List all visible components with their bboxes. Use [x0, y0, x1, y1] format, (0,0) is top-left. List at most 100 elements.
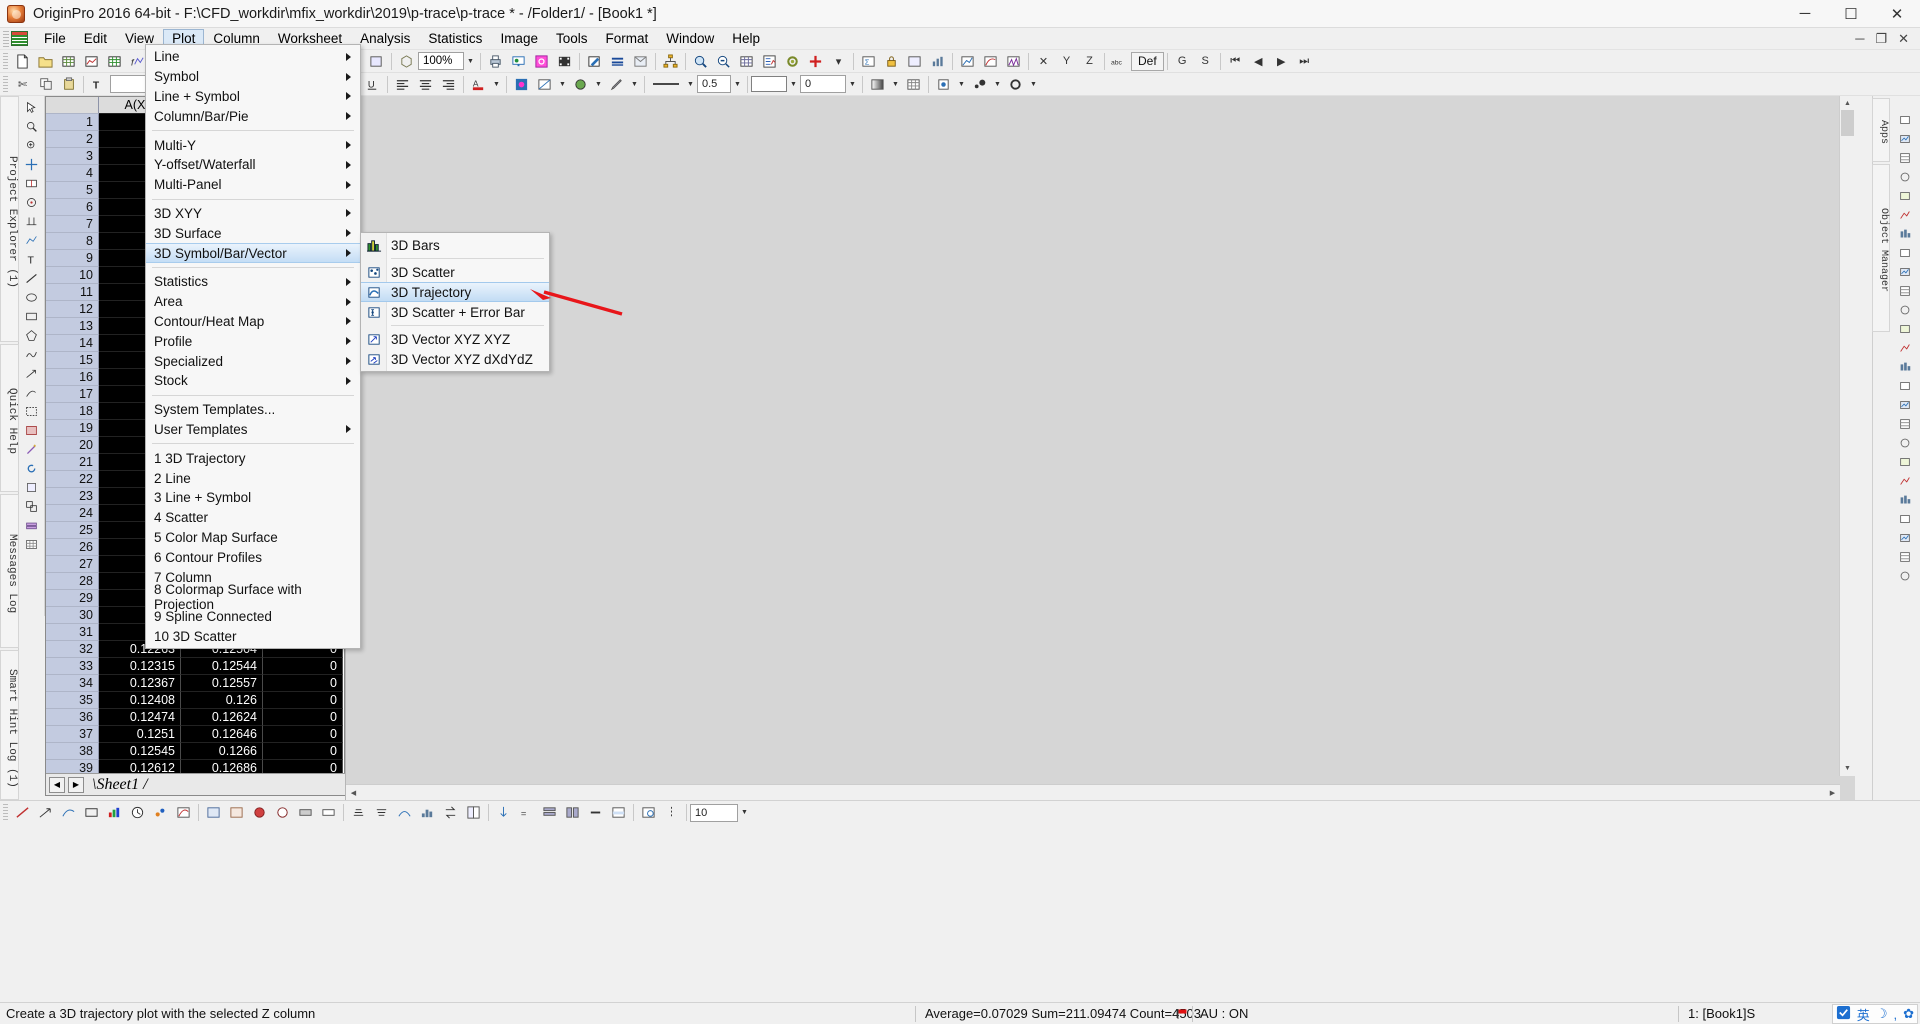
line-style-dropdown-icon[interactable]: ▼	[684, 75, 697, 93]
plot-color-preview[interactable]	[751, 76, 787, 92]
plot-menu-item-9-spline-connected[interactable]: 9 Spline Connected	[146, 607, 360, 627]
layer-16-icon[interactable]	[1894, 395, 1916, 414]
row-index-cell[interactable]: 33	[46, 658, 99, 675]
polygon-tool-icon[interactable]	[21, 326, 43, 345]
row-index-cell[interactable]: 18	[46, 403, 99, 420]
cell-column-c[interactable]: 0	[263, 658, 343, 675]
layer-12-icon[interactable]	[1894, 319, 1916, 338]
clock-icon[interactable]	[127, 803, 148, 823]
layer-22-icon[interactable]	[1894, 509, 1916, 528]
layer-17-icon[interactable]	[1894, 414, 1916, 433]
symbol-shape-dropdown-icon[interactable]: ▼	[955, 75, 968, 93]
row-index-cell[interactable]: 10	[46, 267, 99, 284]
worksheet-query-icon[interactable]	[638, 803, 659, 823]
line-style-preview-icon[interactable]	[649, 74, 683, 94]
layer-1-icon[interactable]	[1894, 110, 1916, 129]
table-row[interactable]: 38 0.12545 0.1266 0	[46, 743, 346, 760]
table-row[interactable]: 36 0.12474 0.12624 0	[46, 709, 346, 726]
row-index-cell[interactable]: 17	[46, 386, 99, 403]
menu-item-window[interactable]: Window	[657, 29, 723, 49]
unstack-icon[interactable]	[562, 803, 583, 823]
sort-desc-icon[interactable]	[371, 803, 392, 823]
print-icon[interactable]	[485, 51, 506, 71]
layer-24-icon[interactable]	[1894, 547, 1916, 566]
layer-10-icon[interactable]	[1894, 281, 1916, 300]
symbol-edge-dropdown-icon[interactable]: ▼	[1027, 75, 1040, 93]
plot-menu-item-line[interactable]: Line	[146, 47, 360, 67]
zoom-panel-icon[interactable]	[21, 136, 43, 155]
minimize-button[interactable]: ─	[1782, 0, 1828, 28]
draw-arrow-icon[interactable]	[35, 803, 56, 823]
row-index-cell[interactable]: 25	[46, 522, 99, 539]
plot-menu-item-multi-panel[interactable]: Multi-Panel	[146, 175, 360, 195]
pattern-fill-icon[interactable]	[534, 74, 555, 94]
check-icon[interactable]	[1836, 1005, 1851, 1023]
plot-menu-item-user-templates[interactable]: User Templates	[146, 420, 360, 440]
unmask-icon[interactable]	[272, 803, 293, 823]
paste-icon[interactable]	[58, 74, 79, 94]
pointer-icon[interactable]	[21, 98, 43, 117]
draw-rect-icon[interactable]	[81, 803, 102, 823]
transparency-input[interactable]: 0	[800, 75, 846, 93]
vscroll-thumb[interactable]	[1841, 110, 1854, 136]
close-button[interactable]: ✕	[1874, 0, 1920, 28]
symbol-size-dropdown-icon[interactable]: ▼	[991, 75, 1004, 93]
row-index-cell[interactable]: 19	[46, 420, 99, 437]
table-row[interactable]: 37 0.1251 0.12646 0	[46, 726, 346, 743]
transparency-dropdown-icon[interactable]: ▼	[846, 75, 859, 93]
symbol-shape-icon[interactable]	[933, 74, 954, 94]
cell-column-c[interactable]: 0	[263, 726, 343, 743]
table-row[interactable]: 35 0.12408 0.126 0	[46, 692, 346, 709]
plot-menu-item-symbol[interactable]: Symbol	[146, 67, 360, 87]
cell-column-b[interactable]: 0.12557	[181, 675, 263, 692]
transpose-icon[interactable]	[463, 803, 484, 823]
screen-reader-icon[interactable]	[21, 174, 43, 193]
row-index-cell[interactable]: 4	[46, 165, 99, 182]
plot-menu-item-3-line-symbol[interactable]: 3 Line + Symbol	[146, 488, 360, 508]
layer-15-icon[interactable]	[1894, 376, 1916, 395]
last-page-icon[interactable]: ⏭	[1294, 51, 1315, 71]
data-reader-icon[interactable]	[21, 193, 43, 212]
cell-column-c[interactable]: 0	[263, 675, 343, 692]
layers-icon[interactable]	[607, 51, 628, 71]
new-project-icon[interactable]	[12, 51, 33, 71]
row-index-cell[interactable]: 12	[46, 301, 99, 318]
draw-data-icon[interactable]	[21, 231, 43, 250]
region-tool-icon[interactable]	[21, 402, 43, 421]
table-row[interactable]: 34 0.12367 0.12557 0	[46, 675, 346, 692]
layer-2-icon[interactable]	[1894, 129, 1916, 148]
plot-menu-item-6-contour-profiles[interactable]: 6 Contour Profiles	[146, 547, 360, 567]
cell-column-b[interactable]: 0.12544	[181, 658, 263, 675]
row-index-cell[interactable]: 1	[46, 114, 99, 131]
cell-column-b[interactable]: 0.12624	[181, 709, 263, 726]
pen-icon[interactable]	[606, 74, 627, 94]
cell-column-a[interactable]: 0.12545	[99, 743, 181, 760]
layer-7-icon[interactable]	[1894, 224, 1916, 243]
magic-wand-icon[interactable]	[21, 440, 43, 459]
plot-menu-item-area[interactable]: Area	[146, 292, 360, 312]
submenu-item-3d-vector-xyz-xyz[interactable]: 3D Vector XYZ XYZ	[361, 329, 549, 349]
plot-menu-item-statistics[interactable]: Statistics	[146, 272, 360, 292]
menu-item-image[interactable]: Image	[491, 29, 547, 49]
mdi-minimize-button[interactable]: ─	[1851, 31, 1868, 47]
clone-icon[interactable]	[366, 51, 387, 71]
cell-column-a[interactable]: 0.12367	[99, 675, 181, 692]
layer-5-icon[interactable]	[1894, 186, 1916, 205]
layer-6-icon[interactable]	[1894, 205, 1916, 224]
menu-item-tools[interactable]: Tools	[547, 29, 597, 49]
group-icon[interactable]: G	[1172, 51, 1193, 71]
symbol-edge-icon[interactable]	[1005, 74, 1026, 94]
row-count-dropdown-icon[interactable]: ▼	[738, 804, 751, 822]
dock-tab-smart-hint-log[interactable]: Smart Hint Log (1)	[0, 650, 19, 800]
ungroup-icon[interactable]: S	[1195, 51, 1216, 71]
menu-item-edit[interactable]: Edit	[75, 29, 116, 49]
layer-23-icon[interactable]	[1894, 528, 1916, 547]
abc-sort-icon[interactable]: abc	[1109, 51, 1130, 71]
menu-item-format[interactable]: Format	[596, 29, 657, 49]
add-plot-dropdown-icon[interactable]: ▾	[828, 51, 849, 71]
cell-column-c[interactable]: 0	[263, 692, 343, 709]
submenu-item-3d-bars[interactable]: 3D Bars	[361, 235, 549, 255]
axis-z-icon[interactable]: Z	[1079, 51, 1100, 71]
scroll-right-icon[interactable]: ▶	[1825, 785, 1840, 800]
data-selector-icon[interactable]	[21, 212, 43, 231]
